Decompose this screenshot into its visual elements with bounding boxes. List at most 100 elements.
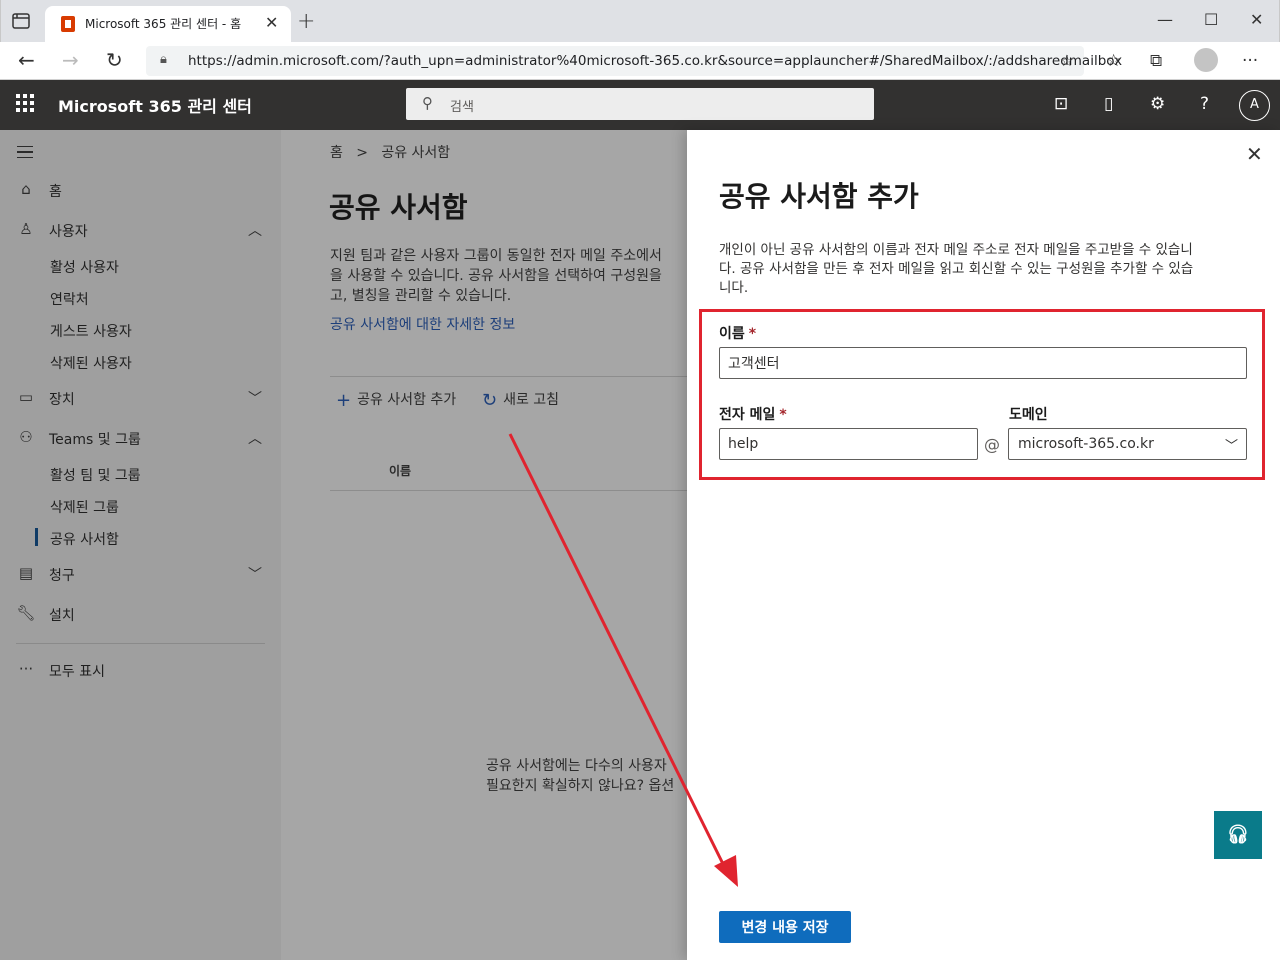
active-indicator [35,528,38,546]
chevron-down-icon: ﹀ [248,391,262,407]
app-launcher-icon[interactable] [16,94,34,112]
tab-title: Microsoft 365 관리 센터 - 홈 [85,17,242,31]
tab-close-icon[interactable]: ✕ [265,13,278,32]
required-mark: * [748,326,757,342]
sidebar-subitem-deleted-groups[interactable]: 삭제된 그룹 [50,497,119,517]
terminal-icon[interactable]: ⊡ [1054,94,1068,114]
m365-header: Microsoft 365 관리 센터 ⚲ 검색 ⊡ ▯ ⚙ ? A [0,80,1280,130]
refresh-command-label: 새로 고침 [503,392,560,408]
add-shared-mailbox-panel: ✕ 공유 사서함 추가 개인이 아닌 공유 사서함의 이름과 전자 메일 주소로… [687,130,1280,960]
browser-toolbar: ← → ↻ 🔒︎ https://admin.microsoft.com/?au… [0,42,1280,80]
command-divider [330,376,690,377]
search-placeholder: 검색 [450,100,474,115]
help-icon[interactable]: ? [1200,94,1209,114]
sidebar-divider [16,643,265,644]
window-close-icon[interactable]: ✕ [1250,10,1263,29]
lock-icon[interactable]: 🔒︎ [160,52,167,67]
domain-dropdown[interactable]: microsoft-365.co.kr ﹀ [1008,428,1247,460]
headset-icon: 🎧︎ [1226,824,1250,845]
sidebar-item-billing[interactable]: ▤ 청구 ﹀ [0,558,281,590]
email-label-text: 전자 메일 [719,407,776,423]
page-title: 공유 사서함 [329,191,468,224]
sidebar-item-users[interactable]: ♙ 사용자 ︿ [0,214,281,246]
sidebar-item-teams-groups[interactable]: ⚇ Teams 및 그룹 ︿ [0,422,281,454]
column-header-name[interactable]: 이름 [389,462,411,479]
sidebar-item-label: Teams 및 그룹 [49,432,141,448]
search-box[interactable]: ⚲ 검색 [406,88,874,120]
save-changes-button[interactable]: 변경 내용 저장 [719,911,851,943]
settings-gear-icon[interactable]: ⚙ [1150,94,1165,114]
tab-actions-icon[interactable] [11,12,31,30]
name-field[interactable] [719,347,1247,379]
minimize-icon[interactable]: — [1157,10,1173,29]
reload-icon[interactable]: ↻ [106,48,123,72]
name-label: 이름 * [719,323,756,343]
more-options-icon[interactable]: ··· [1242,51,1258,71]
sidebar-item-devices[interactable]: ▭ 장치 ﹀ [0,382,281,414]
collections-icon[interactable]: ⧉ [1150,51,1162,71]
hamburger-menu-icon[interactable] [17,146,33,158]
back-icon[interactable]: ← [18,48,35,72]
url-text[interactable]: https://admin.microsoft.com/?auth_upn=ad… [188,53,1122,69]
sidebar-item-show-all[interactable]: ··· 모두 표시 [0,654,281,686]
panel-description: 개인이 아닌 공유 사서함의 이름과 전자 메일 주소로 전자 메일을 주고받을… [719,242,1194,296]
mobile-icon[interactable]: ▯ [1104,94,1113,114]
email-label: 전자 메일 * [719,404,787,424]
address-bar[interactable]: 🔒︎ https://admin.microsoft.com/?auth_upn… [146,46,1122,76]
sidebar-subitem-active-teams[interactable]: 활성 팀 및 그룹 [50,465,141,485]
email-input[interactable] [720,429,977,459]
new-tab-icon[interactable]: + [297,9,315,34]
email-field[interactable] [719,428,978,460]
sidebar-subitem-guest-users[interactable]: 게스트 사용자 [50,321,132,341]
sidebar-item-label: 청구 [49,568,75,584]
sidebar-item-setup[interactable]: 🔧︎ 설치 [0,598,281,630]
app-name[interactable]: Microsoft 365 관리 센터 [58,93,252,117]
plus-icon: + [336,390,352,411]
favorite-add-icon[interactable]: ☆ [1060,51,1074,70]
required-mark: * [779,407,787,423]
sidebar-item-label: 장치 [49,392,75,408]
profile-avatar[interactable] [1194,48,1218,72]
name-label-text: 이름 [719,326,745,342]
refresh-icon: ↻ [482,390,498,411]
chevron-down-icon: ﹀ [1224,439,1238,454]
search-icon: ⚲ [422,94,433,112]
add-command-label: 공유 사서함 추가 [357,392,457,408]
device-icon: ▭ [18,388,34,406]
forward-icon[interactable]: → [62,48,79,72]
chevron-down-icon: ﹀ [248,567,262,583]
empty-state-text: 공유 사서함에는 다수의 사용자 필요한지 확실하지 않나요? 옵션 [486,758,675,794]
name-input[interactable] [720,348,1246,378]
sidebar [0,130,281,960]
refresh-button[interactable]: ↻ 새로 고침 [482,389,559,411]
sidebar-item-label: 홈 [49,184,62,200]
people-icon: ⚇ [19,428,33,446]
chevron-up-icon: ︿ [248,223,262,239]
maximize-icon[interactable]: ☐ [1204,10,1218,29]
sidebar-item-label: 사용자 [49,224,88,240]
sidebar-item-home[interactable]: ⌂ 홈 [0,174,281,206]
sidebar-subitem-deleted-users[interactable]: 삭제된 사용자 [50,353,132,373]
breadcrumb-home[interactable]: 홈 [330,145,343,161]
close-icon[interactable]: ✕ [1246,142,1263,166]
panel-title: 공유 사서함 추가 [719,180,919,213]
breadcrumb-current: 공유 사서함 [381,145,451,161]
add-shared-mailbox-button[interactable]: + 공유 사서함 추가 [336,389,456,411]
home-icon: ⌂ [21,180,31,198]
sidebar-subitem-shared-mailbox[interactable]: 공유 사서함 [50,529,119,549]
browser-tab-bar: Microsoft 365 관리 센터 - 홈 ✕ + — ☐ ✕ [0,0,1280,42]
person-icon: ♙ [19,220,33,238]
user-avatar[interactable]: A [1239,90,1270,121]
sidebar-subitem-active-users[interactable]: 활성 사용자 [50,257,119,277]
at-sign: @ [984,435,1000,454]
learn-more-link[interactable]: 공유 사서함에 대한 자세한 정보 [330,314,515,334]
breadcrumb-separator-icon: > [347,145,377,161]
sidebar-item-label: 설치 [49,608,75,624]
billing-icon: ▤ [18,564,34,582]
table-header-line [330,490,690,491]
help-chat-button[interactable]: 🎧︎ [1214,811,1262,859]
favorites-icon[interactable]: ☆ [1106,51,1121,71]
sidebar-subitem-contacts[interactable]: 연락처 [50,289,89,309]
browser-tab[interactable]: Microsoft 365 관리 센터 - 홈 ✕ [45,6,291,42]
sidebar-item-label: 모두 표시 [49,664,105,680]
